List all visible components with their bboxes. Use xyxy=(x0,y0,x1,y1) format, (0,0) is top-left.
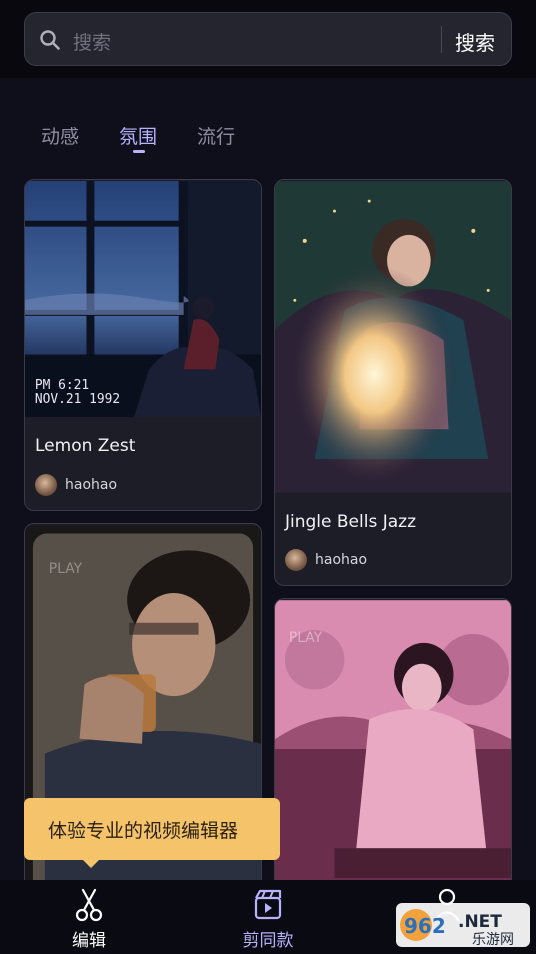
tab-fenwei[interactable]: 氛围 xyxy=(119,122,157,149)
top-bar: 搜索 搜索 xyxy=(0,0,536,78)
card-thumbnail: PM 6:21 NOV.21 1992 xyxy=(25,181,261,417)
nav-template[interactable]: 剪同款 xyxy=(222,880,314,954)
card-title: Jingle Bells Jazz xyxy=(285,512,416,532)
nav-edit[interactable]: 编辑 xyxy=(44,880,134,954)
card-author: haohao xyxy=(65,477,118,493)
card-thumbnail: PLAY xyxy=(275,600,511,902)
search-divider xyxy=(441,26,442,53)
avatar xyxy=(285,549,307,571)
vhs-play-overlay: PLAY xyxy=(49,561,83,577)
tooltip-arrow xyxy=(82,859,100,868)
tooltip-text: 体验专业的视频编辑器 xyxy=(48,820,239,842)
card-author: haohao xyxy=(315,552,368,568)
vhs-date-overlay: NOV.21 1992 xyxy=(35,392,120,407)
search-input[interactable]: 搜索 xyxy=(73,28,111,55)
onboarding-tooltip[interactable]: 体验专业的视频编辑器 xyxy=(24,798,280,868)
search-button[interactable]: 搜索 xyxy=(455,27,495,56)
card-title: Lemon Zest xyxy=(35,436,136,456)
search-icon xyxy=(40,30,60,50)
watermark-suffix: .NET xyxy=(458,912,502,932)
site-watermark: 962 .NET 乐游网 xyxy=(396,903,530,948)
vhs-play-overlay: PLAY xyxy=(289,630,323,646)
nav-template-label: 剪同款 xyxy=(242,931,294,951)
search-bar[interactable]: 搜索 搜索 xyxy=(24,12,512,66)
nav-edit-label: 编辑 xyxy=(72,931,106,951)
watermark-number: 962 xyxy=(404,914,446,938)
active-tab-indicator xyxy=(133,150,145,153)
template-card[interactable]: PLAY xyxy=(274,598,512,903)
clapperboard-icon xyxy=(254,889,282,920)
tab-donggan[interactable]: 动感 xyxy=(41,122,79,149)
avatar xyxy=(35,474,57,496)
template-card[interactable]: PM 6:21 NOV.21 1992 Lemon Zest haohao xyxy=(24,179,262,511)
watermark-site: 乐游网 xyxy=(472,932,514,948)
vhs-time-overlay: PM 6:21 xyxy=(35,378,89,393)
scissors-icon xyxy=(75,888,103,922)
tab-liuxing[interactable]: 流行 xyxy=(197,122,235,149)
card-thumbnail xyxy=(275,181,511,493)
template-card[interactable]: Jingle Bells Jazz haohao xyxy=(274,179,512,586)
